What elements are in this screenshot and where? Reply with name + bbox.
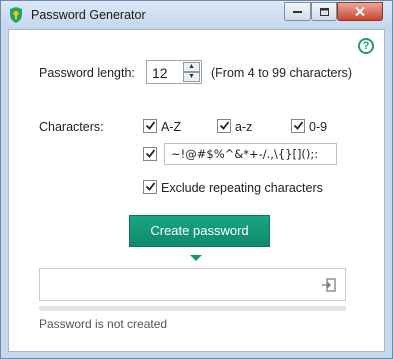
app-window: Password Generator ? Password length: 12… xyxy=(0,0,393,359)
special-chars-input[interactable]: ~!@#$%^&*+-/.,\{}[]();: xyxy=(164,143,337,165)
down-arrow-icon xyxy=(190,255,202,261)
digits-label: 0-9 xyxy=(309,120,328,134)
special-chars-checkbox[interactable] xyxy=(143,147,157,161)
password-length-stepper[interactable]: 12 ▲ ▼ xyxy=(146,60,202,84)
exclude-repeating-label: Exclude repeating characters xyxy=(161,181,323,195)
lowercase-checkbox[interactable] xyxy=(217,119,231,133)
increment-icon[interactable]: ▲ xyxy=(183,62,200,72)
password-length-value[interactable]: 12 xyxy=(152,65,168,81)
lowercase-label: a-z xyxy=(235,120,253,134)
close-button[interactable] xyxy=(337,2,383,21)
check-icon xyxy=(145,182,156,191)
password-strength-bar xyxy=(39,306,346,311)
characters-label: Characters: xyxy=(39,120,104,134)
help-icon[interactable]: ? xyxy=(358,38,374,54)
minimize-icon xyxy=(293,10,302,13)
decrement-icon[interactable]: ▼ xyxy=(183,72,200,82)
window-title: Password Generator xyxy=(31,8,146,22)
create-password-button[interactable]: Create password xyxy=(129,215,270,247)
uppercase-checkbox[interactable] xyxy=(143,119,157,133)
check-icon xyxy=(293,121,304,130)
maximize-button[interactable] xyxy=(311,2,337,21)
check-icon xyxy=(219,121,230,130)
close-icon xyxy=(355,7,365,16)
length-range-note: (From 4 to 99 characters) xyxy=(211,66,353,80)
maximize-icon xyxy=(319,7,329,16)
password-output-field[interactable] xyxy=(39,268,346,301)
title-bar[interactable]: Password Generator xyxy=(1,1,392,29)
content-panel: ? Password length: 12 ▲ ▼ (From 4 to 99 … xyxy=(8,29,385,352)
status-text: Password is not created xyxy=(39,317,168,331)
uppercase-label: A-Z xyxy=(161,120,182,134)
digits-checkbox[interactable] xyxy=(291,119,305,133)
password-length-label: Password length: xyxy=(39,66,135,80)
minimize-button[interactable] xyxy=(284,2,311,21)
app-icon xyxy=(10,7,22,23)
check-icon xyxy=(145,121,156,130)
exclude-repeating-checkbox[interactable] xyxy=(143,180,157,194)
check-icon xyxy=(145,149,156,158)
copy-icon[interactable] xyxy=(321,277,337,293)
